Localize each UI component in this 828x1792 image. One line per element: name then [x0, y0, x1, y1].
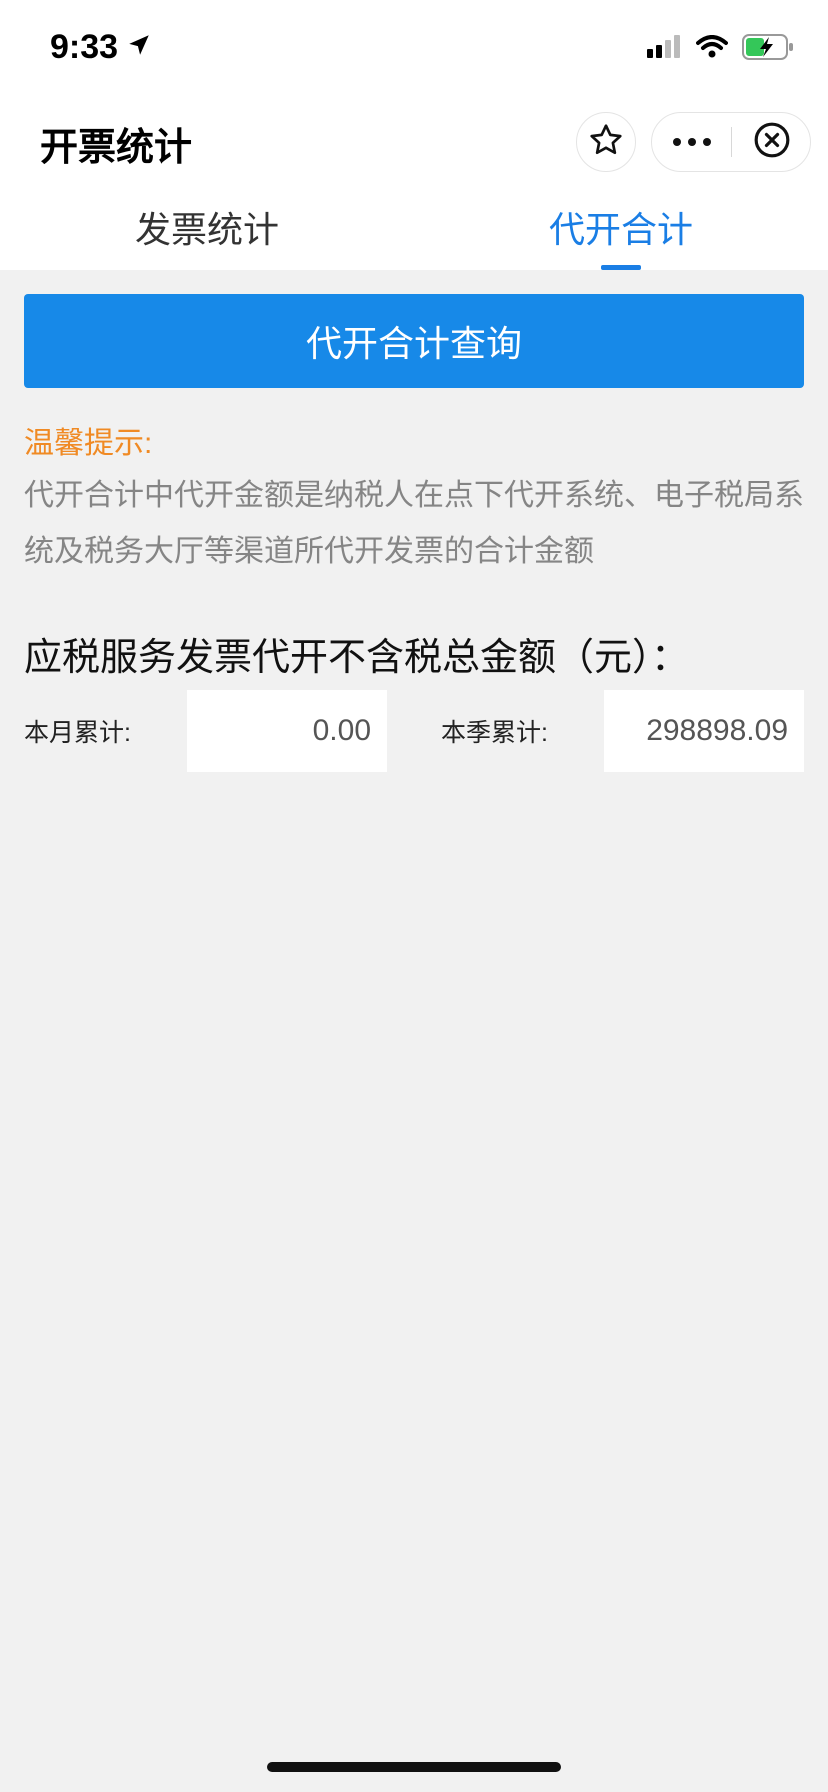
month-total-value-text: 0.00	[312, 714, 371, 747]
favorite-button[interactable]	[576, 112, 636, 172]
wifi-icon	[696, 35, 728, 64]
tip-title: 温馨提示:	[24, 427, 153, 460]
status-time: 9:33	[50, 28, 152, 67]
month-total-label: 本月累计:	[24, 719, 131, 747]
tip-text: 代开合计中代开金额是纳税人在点下代开系统、电子税局系统及税务大厅等渠道所代开发票…	[24, 479, 804, 568]
close-circle-icon	[753, 121, 791, 164]
tab-label: 代开合计	[548, 209, 693, 250]
tab-invoice-stats[interactable]: 发票统计	[0, 184, 414, 270]
quarter-total-label: 本季累计:	[441, 719, 548, 747]
home-indicator[interactable]	[267, 1762, 561, 1772]
status-time-text: 9:33	[50, 28, 119, 66]
signal-icon	[646, 35, 682, 64]
query-button[interactable]: 代开合计查询	[24, 294, 804, 388]
nav-bar: 开票统计	[0, 96, 828, 184]
battery-charging-icon	[742, 34, 794, 65]
more-dots-icon	[673, 138, 711, 146]
tab-label: 发票统计	[134, 209, 279, 250]
tab-bar: 发票统计 代开合计	[0, 184, 828, 270]
tab-agency-total[interactable]: 代开合计	[414, 184, 828, 270]
status-icons	[646, 34, 794, 65]
page: 9:33 开票统计 发票统计 代开合计 代开合计查询 温馨提示: 代开合计中代开…	[0, 0, 828, 1792]
more-button[interactable]	[652, 113, 732, 171]
month-total-value: 0.00	[187, 690, 387, 772]
quarter-total-value-text: 298898.09	[646, 714, 788, 747]
query-button-label: 代开合计查询	[305, 323, 522, 364]
page-title: 开票统计	[40, 127, 193, 169]
mini-program-capsule	[651, 112, 811, 172]
active-tab-indicator	[601, 265, 641, 270]
close-button[interactable]	[732, 113, 812, 171]
quarter-total-value: 298898.09	[604, 690, 804, 772]
status-bar: 9:33	[0, 0, 828, 96]
location-arrow-icon	[126, 28, 152, 67]
star-icon	[588, 122, 624, 163]
summary-title: 应税服务发票代开不含税总金额（元）：	[24, 637, 690, 679]
